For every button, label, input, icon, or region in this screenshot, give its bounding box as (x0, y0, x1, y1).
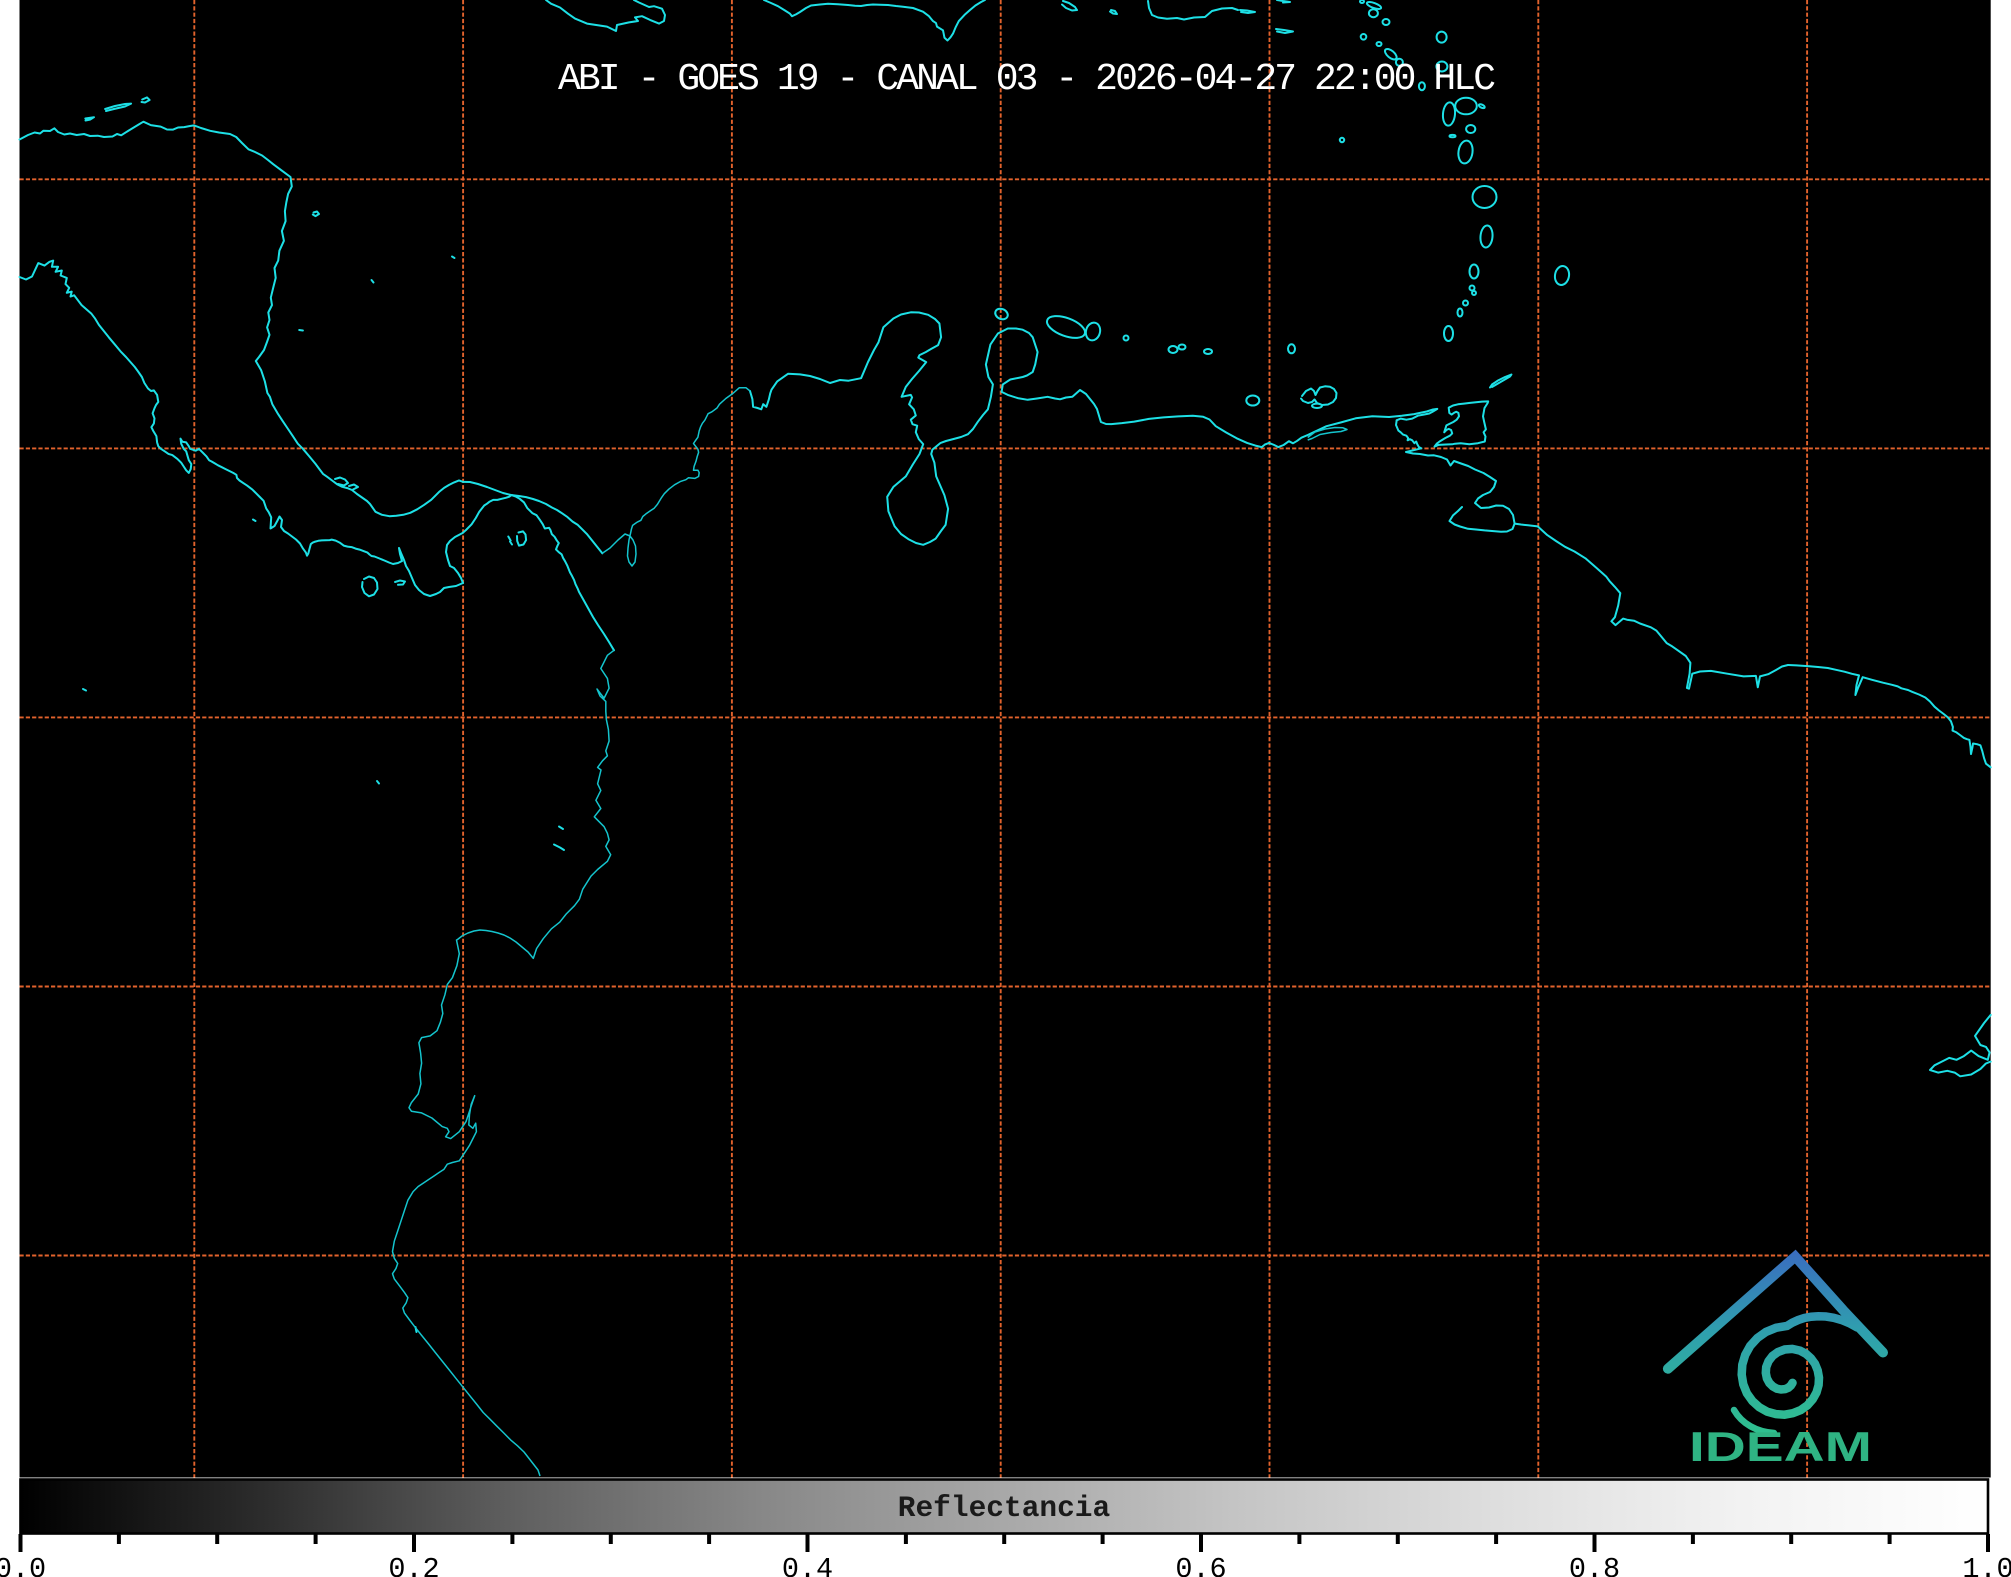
svg-text:0.4: 0.4 (782, 1553, 833, 1577)
svg-text:1.0: 1.0 (1962, 1553, 2011, 1577)
svg-text:0.6: 0.6 (1175, 1553, 1226, 1577)
svg-text:Reflectancia: Reflectancia (898, 1491, 1110, 1525)
svg-text:0.8: 0.8 (1569, 1553, 1620, 1577)
svg-text:0.0: 0.0 (0, 1553, 46, 1577)
svg-text:ABI - GOES 19 - CANAL 03 - 202: ABI - GOES 19 - CANAL 03 - 2026-04-27 22… (558, 58, 1496, 101)
svg-text:IDEAM: IDEAM (1689, 1423, 1872, 1470)
svg-text:0.2: 0.2 (388, 1553, 439, 1577)
